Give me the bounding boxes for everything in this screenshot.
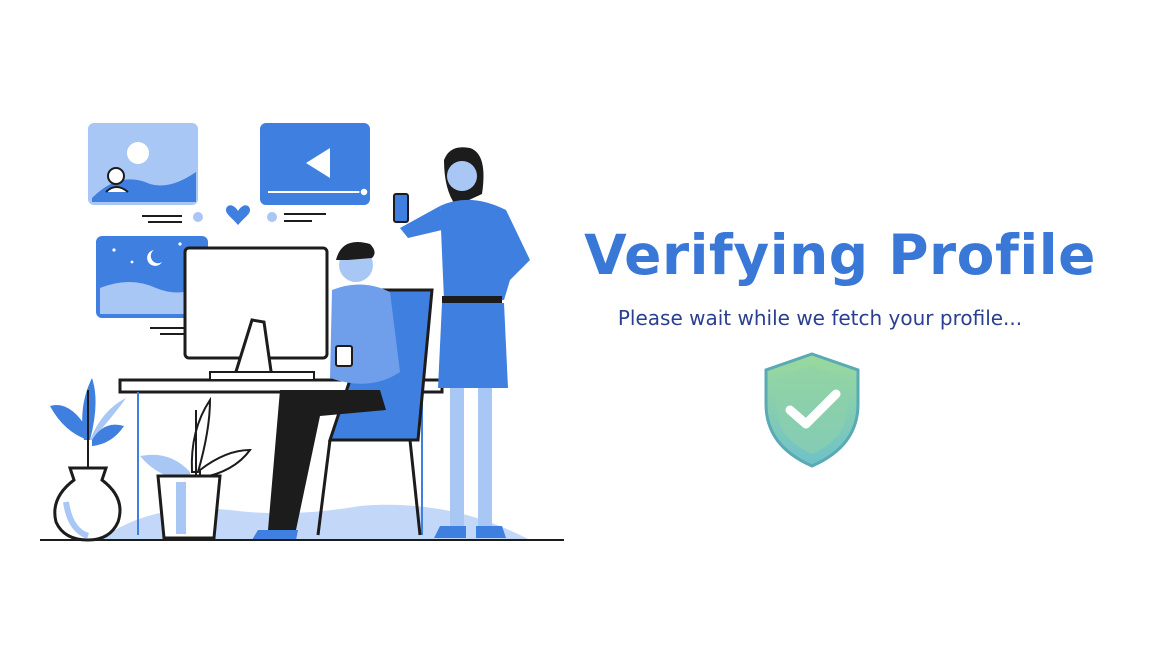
shield-check-icon xyxy=(764,352,860,468)
image-card-icon xyxy=(88,123,203,223)
page-title: Verifying Profile xyxy=(584,223,1096,287)
office-workers-illustration xyxy=(40,123,564,542)
video-card-icon xyxy=(260,123,370,222)
verification-page: Verifying Profile Please wait while we f… xyxy=(0,0,1152,648)
vase-plant xyxy=(50,378,126,542)
monitor-icon xyxy=(183,246,329,380)
page-subtitle: Please wait while we fetch your profile.… xyxy=(617,306,1023,330)
heart-icon xyxy=(226,205,250,225)
